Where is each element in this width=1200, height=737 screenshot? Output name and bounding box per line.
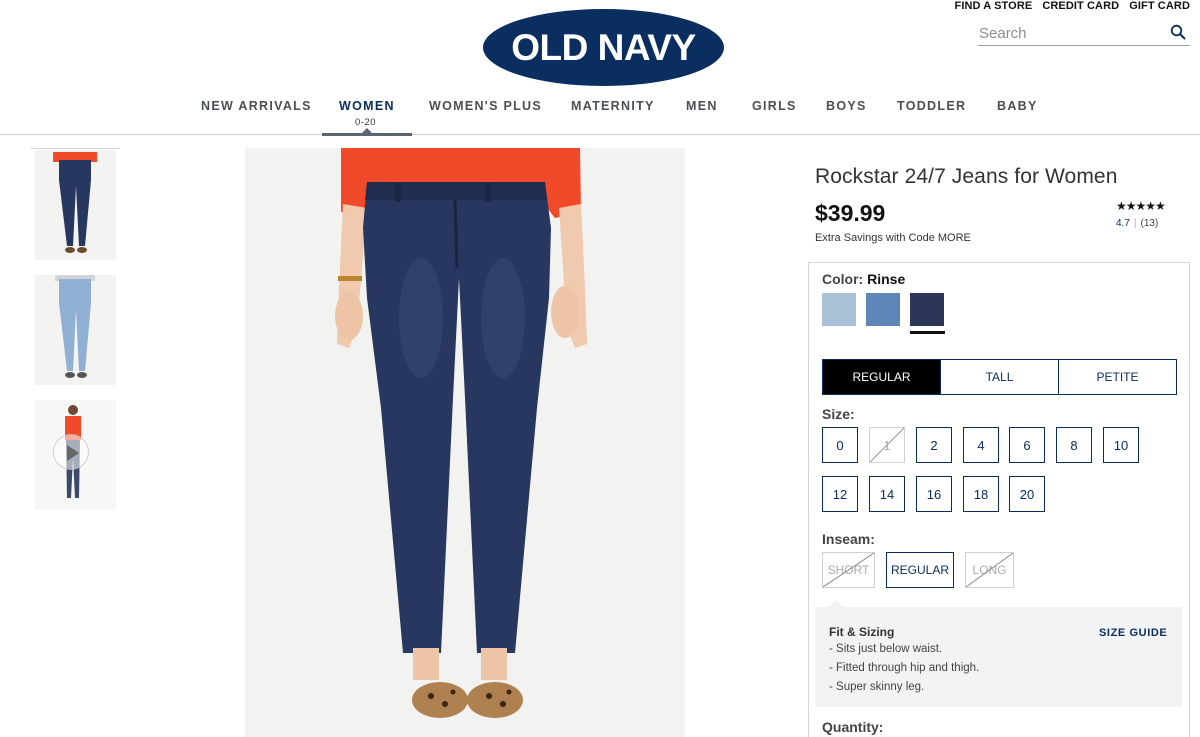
color-swatch-light-wash[interactable] bbox=[822, 293, 856, 326]
inseam-regular[interactable]: REGULAR bbox=[886, 552, 954, 588]
size-option-2[interactable]: 2 bbox=[916, 427, 952, 463]
nav-men[interactable]: MEN bbox=[686, 99, 718, 113]
size-label: Size: bbox=[822, 406, 855, 422]
thumbnail-dark-jeans-image bbox=[35, 150, 116, 260]
thumbnail-light-jeans[interactable] bbox=[35, 275, 116, 385]
size-guide-link[interactable]: SIZE GUIDE bbox=[1099, 627, 1167, 639]
size-option-0[interactable]: 0 bbox=[822, 427, 858, 463]
nav-toddler[interactable]: TODDLER bbox=[897, 99, 966, 113]
search-icon[interactable] bbox=[1170, 24, 1186, 40]
inseam-long-unavailable[interactable]: LONG bbox=[965, 552, 1014, 588]
fit-title: Fit & Sizing bbox=[829, 625, 895, 639]
size-option-14[interactable]: 14 bbox=[869, 476, 905, 512]
size-option-20[interactable]: 20 bbox=[1009, 476, 1045, 512]
nav-maternity[interactable]: MATERNITY bbox=[571, 99, 655, 113]
nav-womens-plus[interactable]: WOMEN'S PLUS bbox=[429, 99, 542, 113]
length-tabs: REGULAR TALL PETITE bbox=[822, 359, 1177, 395]
rating-meta: 4.7 | (13) bbox=[1116, 218, 1176, 229]
thumbnail-light-jeans-image bbox=[35, 275, 116, 385]
main-nav: NEW ARRIVALS WOMEN WOMEN'S PLUS MATERNIT… bbox=[0, 99, 1200, 135]
tab-regular[interactable]: REGULAR bbox=[823, 360, 941, 394]
thumbnail-dark-jeans[interactable] bbox=[35, 150, 116, 260]
selected-color-name: Rinse bbox=[867, 271, 906, 287]
jeans-model-illustration bbox=[245, 148, 685, 737]
size-option-1-unavailable[interactable]: 1 bbox=[869, 427, 905, 463]
size-option-12[interactable]: 12 bbox=[822, 476, 858, 512]
quantity-label: Quantity: bbox=[822, 719, 884, 735]
color-swatch-medium-wash[interactable] bbox=[866, 293, 900, 326]
size-option-10[interactable]: 10 bbox=[1103, 427, 1139, 463]
thumbnail-divider bbox=[30, 148, 120, 149]
color-label: Color: Rinse bbox=[822, 271, 905, 287]
nav-boys[interactable]: BOYS bbox=[826, 99, 867, 113]
review-count[interactable]: (13) bbox=[1141, 218, 1159, 229]
nav-baby[interactable]: BABY bbox=[997, 99, 1038, 113]
play-video-button[interactable] bbox=[53, 434, 89, 470]
size-option-8[interactable]: 8 bbox=[1056, 427, 1092, 463]
play-icon bbox=[67, 445, 79, 461]
tab-tall[interactable]: TALL bbox=[941, 360, 1059, 394]
gift-card-link[interactable]: GIFT CARD bbox=[1129, 0, 1190, 12]
size-option-4[interactable]: 4 bbox=[963, 427, 999, 463]
logo-text: OLD NAVY bbox=[511, 26, 696, 68]
inseam-long-label: LONG bbox=[972, 563, 1007, 577]
rating-separator: | bbox=[1133, 218, 1137, 229]
search-input[interactable] bbox=[978, 22, 1158, 44]
inseam-short-label: SHORT bbox=[827, 563, 870, 577]
size-option-1-label: 1 bbox=[883, 437, 891, 453]
selected-swatch-indicator bbox=[910, 331, 945, 334]
star-rating-icon: ★★★★★ bbox=[1116, 199, 1166, 213]
search-bar bbox=[978, 22, 1190, 46]
main-product-image[interactable] bbox=[245, 148, 685, 737]
product-rating[interactable]: ★★★★★ 4.7 | (13) bbox=[1116, 199, 1176, 229]
nav-women-size-range: 0-20 bbox=[355, 117, 377, 128]
product-price: $39.99 bbox=[815, 200, 886, 226]
inseam-short-unavailable[interactable]: SHORT bbox=[822, 552, 875, 588]
rating-value: 4.7 bbox=[1116, 218, 1130, 229]
nav-women[interactable]: WOMEN bbox=[339, 99, 395, 113]
size-option-6[interactable]: 6 bbox=[1009, 427, 1045, 463]
nav-girls[interactable]: GIRLS bbox=[752, 99, 797, 113]
inseam-label: Inseam: bbox=[822, 531, 875, 547]
color-label-text: Color: bbox=[822, 271, 864, 287]
old-navy-logo[interactable]: OLD NAVY bbox=[483, 9, 724, 86]
fit-detail-3: - Super skinny leg. bbox=[829, 681, 925, 693]
size-option-18[interactable]: 18 bbox=[963, 476, 999, 512]
nav-caret-icon bbox=[361, 128, 373, 134]
fit-detail-2: - Fitted through hip and thigh. bbox=[829, 662, 980, 674]
nav-new-arrivals[interactable]: NEW ARRIVALS bbox=[201, 99, 312, 113]
promo-text: Extra Savings with Code MORE bbox=[815, 232, 971, 244]
color-swatch-rinse[interactable] bbox=[910, 293, 944, 326]
thumbnail-video[interactable] bbox=[35, 400, 116, 510]
tab-petite[interactable]: PETITE bbox=[1059, 360, 1176, 394]
product-title: Rockstar 24/7 Jeans for Women bbox=[815, 165, 1118, 188]
fit-detail-1: - Sits just below waist. bbox=[829, 643, 943, 655]
utility-links: FIND A STORE CREDIT CARD GIFT CARD bbox=[955, 0, 1191, 12]
credit-card-link[interactable]: CREDIT CARD bbox=[1042, 0, 1119, 12]
find-a-store-link[interactable]: FIND A STORE bbox=[955, 0, 1033, 12]
size-option-16[interactable]: 16 bbox=[916, 476, 952, 512]
